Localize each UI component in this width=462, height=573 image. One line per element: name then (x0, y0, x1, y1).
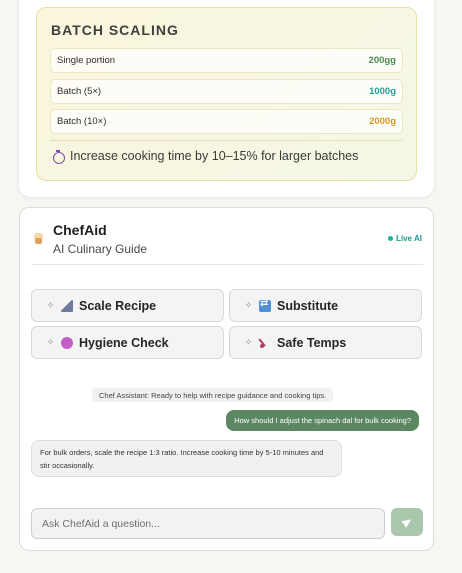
header-divider (31, 264, 423, 265)
batch-row-single: Single portion 200gg (50, 48, 403, 73)
thermometer-icon (259, 337, 271, 349)
send-icon (401, 516, 413, 528)
send-button[interactable] (391, 508, 423, 536)
scale-recipe-button[interactable]: ✧ Scale Recipe (31, 289, 224, 322)
batch-row-5x: Batch (5×) 1000g (50, 79, 403, 104)
ruler-icon (61, 299, 73, 312)
batch-row-value: 200gg (368, 55, 396, 66)
live-status-label: Live AI (396, 234, 422, 243)
sparkle-icon: ✧ (46, 300, 55, 310)
substitute-label: Substitute (277, 298, 339, 313)
batch-divider (50, 140, 403, 141)
live-dot-icon (388, 236, 394, 241)
batch-row-label: Single portion (57, 55, 116, 66)
batch-scaling-panel: BATCH SCALING Single portion 200gg Batch… (36, 7, 417, 181)
sparkle-icon: ✧ (46, 337, 55, 347)
system-message: Chef Assistant: Ready to help with recip… (92, 388, 334, 402)
soap-icon (61, 336, 73, 349)
substitute-button[interactable]: ✧ Substitute (229, 289, 422, 322)
batch-scaling-title: BATCH SCALING (51, 22, 179, 38)
hygiene-check-button[interactable]: ✧ Hygiene Check (31, 326, 224, 359)
batch-row-label: Batch (5×) (57, 86, 102, 97)
batch-row-label: Batch (10×) (57, 116, 107, 127)
batch-row-10x: Batch (10×) 2000g (50, 109, 403, 134)
timer-icon (52, 149, 65, 164)
app-title: ChefAid (53, 222, 107, 238)
sparkle-icon: ✧ (244, 300, 253, 310)
recipe-card: BATCH SCALING Single portion 200gg Batch… (19, 0, 434, 197)
chat-input[interactable] (31, 508, 385, 539)
user-message-bubble: How should I adjust the spinach dal for … (226, 410, 419, 431)
app-subtitle: AI Culinary Guide (53, 242, 148, 256)
batch-note: Increase cooking time by 10–15% for larg… (52, 149, 359, 164)
safe-temps-button[interactable]: ✧ Safe Temps (229, 326, 422, 359)
safe-temps-label: Safe Temps (277, 335, 347, 350)
live-status-badge: Live AI (388, 234, 422, 243)
batch-note-text: Increase cooking time by 10–15% for larg… (70, 149, 359, 163)
chef-avatar-icon (33, 233, 44, 244)
batch-row-value: 1000g (369, 86, 396, 97)
sparkle-icon: ✧ (244, 337, 253, 347)
swap-icon (259, 298, 271, 312)
scale-recipe-label: Scale Recipe (79, 298, 157, 313)
hygiene-check-label: Hygiene Check (79, 335, 169, 350)
assistant-message-bubble: For bulk orders, scale the recipe 1:3 ra… (31, 440, 342, 477)
chefaid-chat-panel: ChefAid AI Culinary Guide Live AI ✧ Scal… (19, 207, 434, 551)
batch-row-value: 2000g (369, 116, 396, 127)
